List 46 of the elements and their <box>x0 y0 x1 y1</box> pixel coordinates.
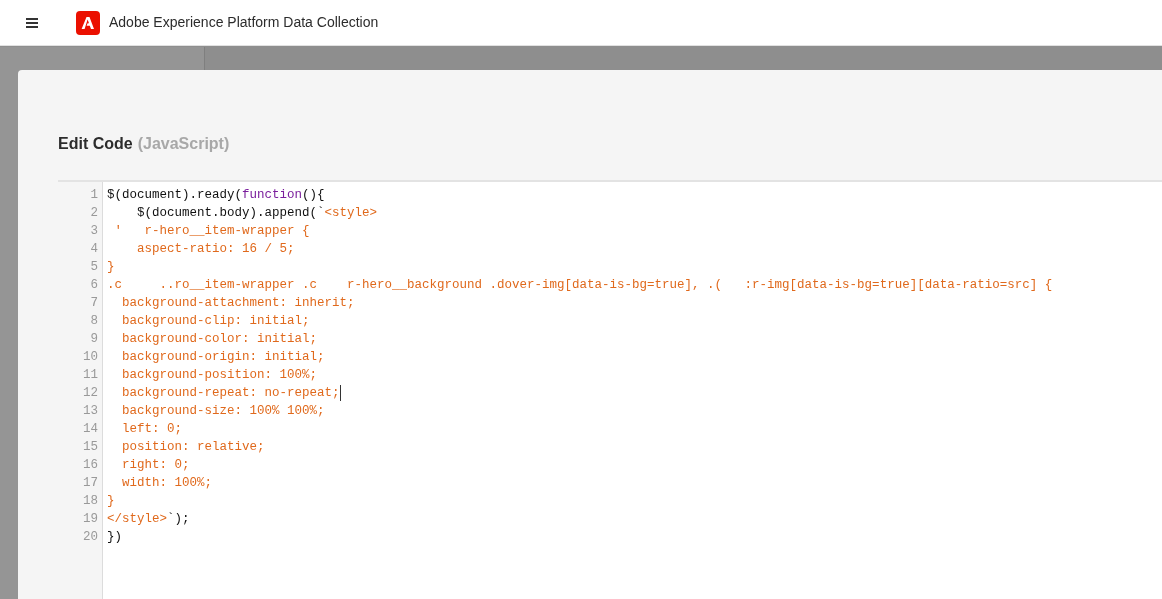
language-label: (JavaScript) <box>137 134 230 154</box>
code-line: .c ..ro__item-wrapper .c r-hero__background .dover-img[data-is-bg=true], .( :r-img[data-is-bg=true][data-ratio=src] { <box>107 277 1053 294</box>
line-number: 14 <box>83 422 98 436</box>
line-number: 1 <box>90 188 98 202</box>
line-number: 16 <box>83 458 98 472</box>
code-line: background-position: 100%; <box>121 367 318 384</box>
code-line: background-color: initial; <box>121 331 318 348</box>
logo-icon <box>76 10 100 35</box>
code-line: }) <box>107 529 122 546</box>
code-line: ' r-hero__item-wrapper { <box>113 223 310 240</box>
line-number: 9 <box>90 332 98 346</box>
line-number: 7 <box>90 296 98 310</box>
text-cursor <box>339 385 341 401</box>
line-number: 10 <box>83 350 98 364</box>
app-title: Adobe Experience Platform Data Collection <box>109 13 379 32</box>
code-line: aspect-ratio: 16 / 5; <box>136 241 295 258</box>
code-line: left: 0; <box>121 421 182 438</box>
code-line: $(document).ready(function(){ <box>107 187 325 204</box>
line-number: 11 <box>83 368 98 382</box>
line-number: 15 <box>83 440 98 454</box>
code-line: background-size: 100% 100%; <box>121 403 325 420</box>
code-line: background-repeat: no-repeat; <box>121 385 340 402</box>
line-number: 3 <box>90 224 98 238</box>
line-number: 5 <box>90 260 98 274</box>
line-number: 12 <box>83 386 98 400</box>
line-number: 17 <box>83 476 98 490</box>
code-line: } <box>107 259 115 276</box>
line-number: 13 <box>83 404 98 418</box>
line-number: 20 <box>83 530 98 544</box>
code-line: width: 100%; <box>121 475 213 492</box>
line-number: 19 <box>83 512 98 526</box>
code-line: right: 0; <box>121 457 190 474</box>
menu-icon[interactable] <box>26 17 38 28</box>
line-number: 8 <box>90 314 98 328</box>
line-number: 2 <box>90 206 98 220</box>
code-line: } <box>107 493 115 510</box>
code-line: $(document.body).append(`<style> <box>136 205 378 222</box>
code-line: background-attachment: inherit; <box>121 295 355 312</box>
line-number: 6 <box>90 278 98 292</box>
code-line: background-origin: initial; <box>121 349 325 366</box>
code-line: position: relative; <box>121 439 265 456</box>
code-line: </style>`); <box>107 511 190 528</box>
code-line: background-clip: initial; <box>121 313 310 330</box>
dialog-title: Edit Code <box>58 134 133 154</box>
line-number: 4 <box>90 242 98 256</box>
line-number: 18 <box>83 494 98 508</box>
